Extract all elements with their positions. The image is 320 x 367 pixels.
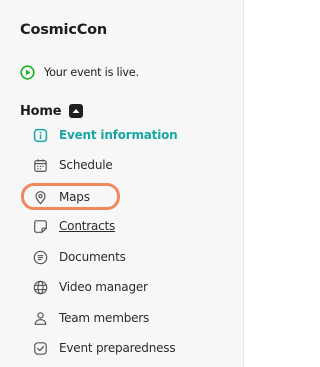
section-home: Home <box>20 101 84 121</box>
play-circle-icon <box>20 64 35 80</box>
calendar-icon <box>33 158 48 173</box>
sidebar-item-label: Schedule <box>59 158 113 172</box>
sidebar-item-documents[interactable]: Documents <box>33 245 126 269</box>
sidebar-item-maps[interactable]: Maps <box>33 185 90 209</box>
app-title: CosmicCon <box>20 22 108 38</box>
sidebar-item-event-preparedness[interactable]: Event preparedness <box>33 336 176 360</box>
map-pin-icon <box>33 190 48 205</box>
sidebar-item-label: Maps <box>59 190 90 204</box>
event-status: Your event is live. <box>20 62 139 82</box>
checklist-icon <box>33 341 48 356</box>
sidebar-item-label: Event preparedness <box>59 341 176 355</box>
team-icon <box>33 311 48 326</box>
globe-icon <box>33 280 48 295</box>
sidebar-item-event-information[interactable]: Event information <box>33 123 178 147</box>
sidebar-item-team-members[interactable]: Team members <box>33 306 149 330</box>
sidebar-item-label: Contracts <box>59 219 116 233</box>
sidebar-item-schedule[interactable]: Schedule <box>33 153 113 177</box>
sidebar-item-label: Event information <box>59 128 178 142</box>
chevron-up-icon[interactable] <box>69 104 84 118</box>
contract-icon <box>33 219 48 234</box>
section-title: Home <box>20 103 62 119</box>
sidebar-item-video-manager[interactable]: Video manager <box>33 275 148 299</box>
sidebar: CosmicCon Your event is live. Home Event… <box>0 0 244 367</box>
sidebar-item-label: Documents <box>59 250 126 264</box>
sidebar-item-label: Team members <box>59 311 150 325</box>
status-text: Your event is live. <box>44 65 139 79</box>
sidebar-item-label: Video manager <box>59 280 148 294</box>
sidebar-item-contracts[interactable]: Contracts <box>33 214 115 238</box>
info-icon <box>33 128 48 143</box>
document-icon <box>33 250 48 265</box>
